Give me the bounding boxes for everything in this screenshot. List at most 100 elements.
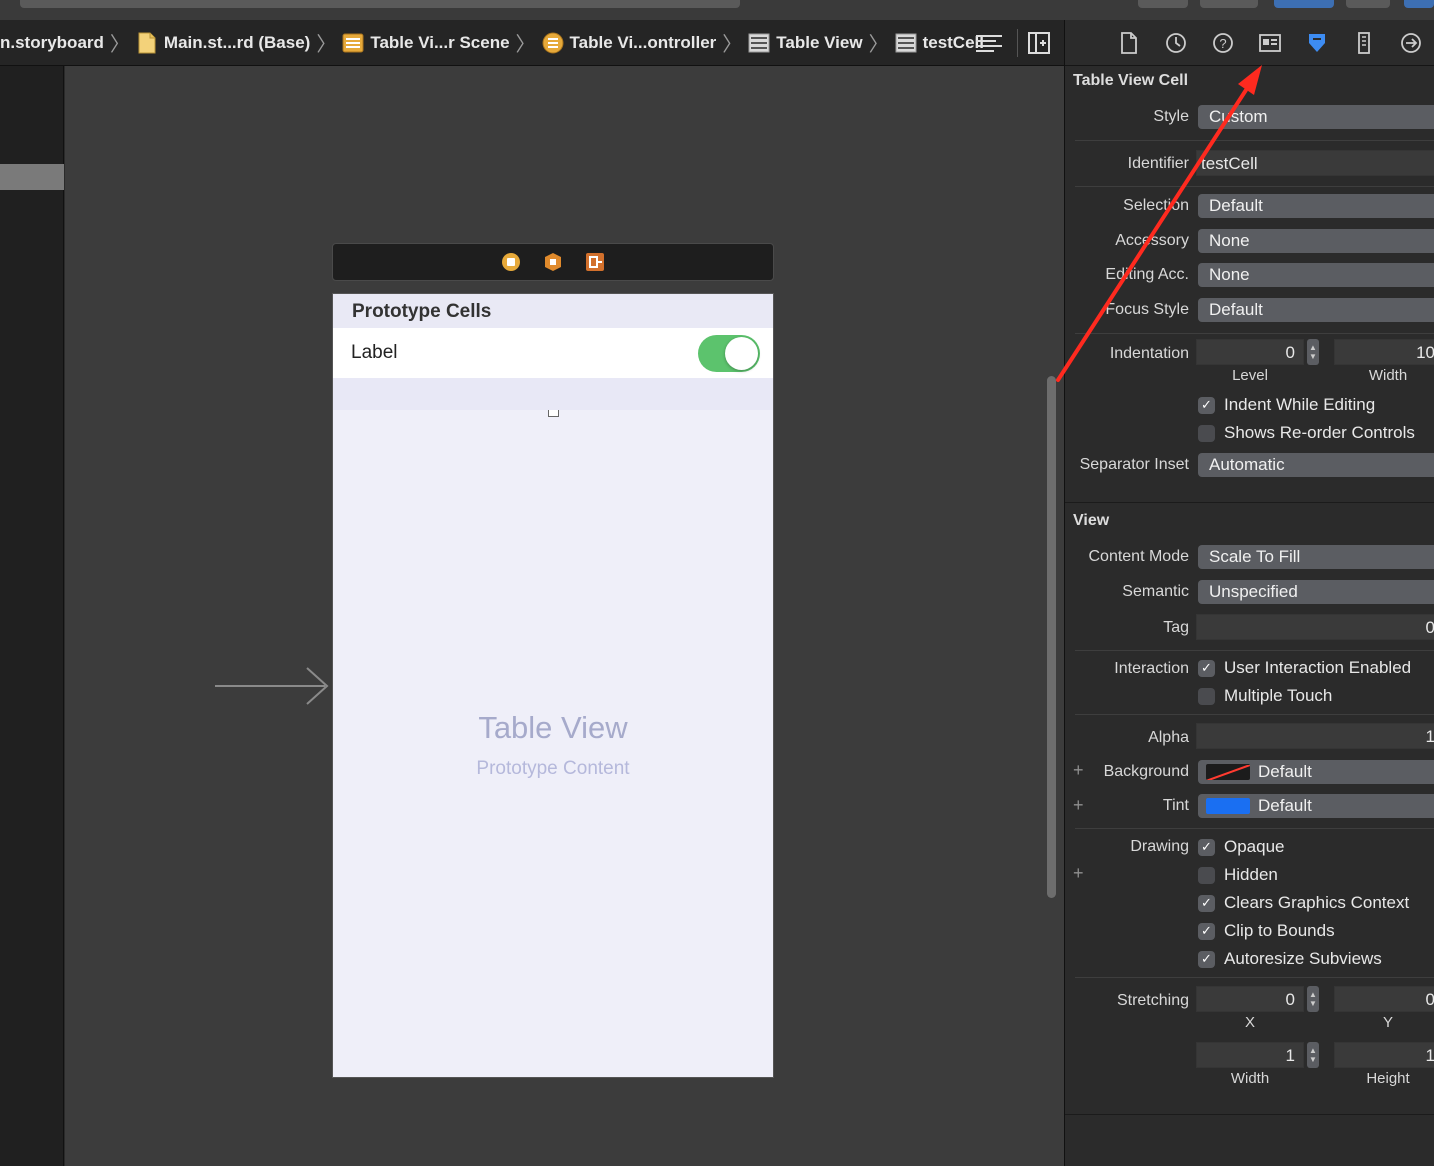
section-divider	[1065, 1114, 1434, 1115]
toolbar-button-remnant[interactable]	[1346, 0, 1390, 8]
checkbox-label: Clip to Bounds	[1224, 921, 1335, 940]
connections-icon[interactable]	[1399, 31, 1423, 55]
add-editor-icon[interactable]	[1028, 32, 1054, 54]
background-label: Background	[1103, 763, 1189, 780]
level-caption: Level	[1232, 367, 1268, 384]
divider	[1017, 29, 1018, 57]
toolbar-button-remnant[interactable]	[1200, 0, 1258, 8]
prototype-cells-header: Prototype Cells	[333, 294, 773, 328]
indent-while-editing-checkbox[interactable]: ✓ Indent While Editing	[1198, 395, 1375, 415]
accessory-popup[interactable]: None	[1198, 229, 1434, 253]
document-outline-icon[interactable]	[975, 33, 1007, 53]
toolbar-button-remnant[interactable]	[1274, 0, 1334, 8]
switch-knob	[725, 337, 758, 370]
stretch-y-field[interactable]: 0	[1334, 986, 1434, 1012]
toolbar-button-remnant[interactable]	[1404, 0, 1434, 8]
breadcrumb-scene[interactable]: Table Vi...r Scene	[342, 20, 510, 65]
toolbar-button-remnant[interactable]	[1138, 0, 1188, 8]
content-mode-popup[interactable]: Scale To Fill	[1198, 545, 1434, 569]
view-controller-dock-icon[interactable]	[501, 252, 521, 272]
storyboard-canvas[interactable]: Prototype Cells Label Table View Prototy…	[65, 66, 1064, 1166]
opaque-checkbox[interactable]: ✓ Opaque	[1198, 837, 1285, 857]
user-interaction-enabled-checkbox[interactable]: ✓ User Interaction Enabled	[1198, 658, 1411, 678]
checkbox-label: Autoresize Subviews	[1224, 949, 1382, 968]
breadcrumb-view-controller[interactable]: Table Vi...ontroller	[542, 20, 716, 65]
alpha-field[interactable]: 1	[1196, 723, 1434, 749]
checkbox-label: Multiple Touch	[1224, 686, 1333, 705]
focus-style-popup[interactable]: Default	[1198, 298, 1434, 322]
document-outline[interactable]	[0, 66, 64, 1166]
inspector-tabs: ?	[1065, 20, 1434, 66]
breadcrumb-table-view[interactable]: Table View	[748, 20, 863, 65]
autoresize-subviews-checkbox[interactable]: ✓ Autoresize Subviews	[1198, 949, 1382, 969]
checkmark-icon: ✓	[1198, 922, 1215, 940]
stretch-x-field[interactable]: 0	[1196, 986, 1304, 1012]
section-divider	[1065, 502, 1434, 503]
history-icon[interactable]	[1164, 31, 1188, 55]
clip-to-bounds-checkbox[interactable]: ✓ Clip to Bounds	[1198, 921, 1335, 941]
file-icon[interactable]	[1117, 31, 1141, 55]
interaction-label: Interaction	[1114, 660, 1189, 677]
width-caption: Width	[1368, 367, 1408, 384]
first-responder-dock-icon[interactable]	[543, 252, 563, 272]
divider	[1075, 828, 1434, 829]
canvas-scrollbar[interactable]	[1047, 376, 1056, 898]
semantic-label: Semantic	[1122, 583, 1189, 600]
indentation-level-field[interactable]: 0	[1196, 339, 1304, 365]
breadcrumb-storyboard[interactable]: n.storyboard	[0, 20, 104, 65]
indentation-width-field[interactable]: 10	[1334, 339, 1434, 365]
alpha-label: Alpha	[1148, 729, 1189, 746]
stretch-width-stepper[interactable]: ▲ ▼	[1307, 1042, 1319, 1068]
breadcrumb-main-storyboard[interactable]: Main.st...rd (Base)	[136, 20, 310, 65]
add-variation-icon[interactable]: +	[1073, 795, 1084, 816]
prototype-cells-title: Prototype Cells	[352, 301, 492, 322]
attributes-icon[interactable]	[1305, 31, 1329, 55]
breadcrumb-label: Table Vi...r Scene	[370, 32, 510, 52]
stretch-height-field[interactable]: 1	[1334, 1042, 1434, 1068]
add-variation-icon[interactable]: +	[1073, 760, 1084, 781]
editing-accessory-popup[interactable]: None	[1198, 263, 1434, 287]
exit-dock-icon[interactable]	[585, 252, 605, 272]
height-caption: Height	[1366, 1070, 1410, 1087]
background-swatch	[1206, 764, 1250, 780]
shows-reorder-controls-checkbox[interactable]: Shows Re-order Controls	[1198, 423, 1415, 443]
outline-selected-row[interactable]	[0, 164, 64, 190]
jump-bar: n.storyboard 〉 Main.st...rd (Base) 〉 Tab…	[0, 20, 1064, 66]
cell-label[interactable]: Label	[351, 342, 398, 364]
cell-switch[interactable]	[698, 335, 760, 372]
size-icon[interactable]	[1352, 31, 1376, 55]
hidden-checkbox[interactable]: Hidden	[1198, 865, 1278, 885]
indentation-level-stepper[interactable]: ▲ ▼	[1307, 339, 1319, 365]
empty-checkbox-icon	[1198, 866, 1215, 884]
table-view-controller-scene[interactable]: Prototype Cells Label Table View Prototy…	[332, 293, 774, 1078]
checkbox-label: Shows Re-order Controls	[1224, 423, 1415, 442]
semantic-popup[interactable]: Unspecified	[1198, 580, 1434, 604]
tint-popup[interactable]: Default	[1198, 794, 1434, 818]
identity-icon[interactable]	[1258, 31, 1282, 55]
selection-popup[interactable]: Default	[1198, 194, 1434, 218]
breadcrumb-test-cell[interactable]: testCell	[895, 20, 984, 65]
tag-label: Tag	[1163, 619, 1189, 636]
empty-checkbox-icon	[1198, 424, 1215, 442]
table-view-placeholder-title: Table View	[478, 710, 628, 745]
stretch-width-field[interactable]: 1	[1196, 1042, 1304, 1068]
attributes-inspector: ? Table View Cell Style Custom Identifie…	[1064, 20, 1434, 1166]
tag-field[interactable]: 0	[1196, 614, 1434, 640]
table-cell-icon	[895, 32, 917, 54]
prototype-cell[interactable]: Label	[333, 328, 773, 417]
table-view-icon	[748, 32, 770, 54]
tint-label: Tint	[1162, 797, 1189, 814]
multiple-touch-checkbox[interactable]: Multiple Touch	[1198, 686, 1332, 706]
x-caption: X	[1244, 1014, 1255, 1031]
help-icon[interactable]: ?	[1211, 31, 1235, 55]
style-popup[interactable]: Custom	[1198, 105, 1434, 129]
clears-graphics-context-checkbox[interactable]: ✓ Clears Graphics Context	[1198, 893, 1409, 913]
add-variation-icon[interactable]: +	[1073, 863, 1084, 884]
separator-inset-popup[interactable]: Automatic	[1198, 453, 1434, 477]
background-popup[interactable]: Default	[1198, 760, 1434, 784]
separator-inset-label: Separator Inset	[1079, 456, 1189, 473]
stretch-x-stepper[interactable]: ▲ ▼	[1307, 986, 1319, 1012]
identifier-field[interactable]: testCell	[1196, 150, 1434, 176]
divider	[1075, 333, 1434, 334]
entry-point-arrow-icon[interactable]	[215, 666, 330, 706]
